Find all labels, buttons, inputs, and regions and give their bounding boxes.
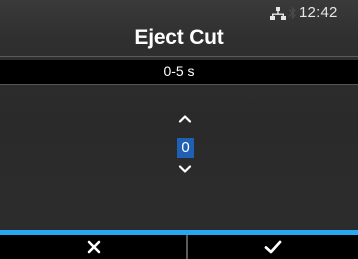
chevron-down-icon[interactable] (178, 165, 192, 174)
checkmark-icon (264, 240, 282, 254)
lcd-screen: 12:42 Eject Cut 0-5 s 0 (0, 0, 358, 259)
page-title: Eject Cut (134, 26, 224, 49)
range-label: 0-5 s (163, 63, 195, 79)
bluetooth-icon (288, 6, 296, 20)
clock: 12:42 (299, 4, 338, 21)
value-field[interactable]: 0 (177, 138, 194, 158)
chevron-up-icon[interactable] (178, 114, 192, 123)
cancel-button[interactable] (0, 235, 186, 259)
network-icon (270, 7, 286, 20)
confirm-button[interactable] (188, 235, 358, 259)
close-icon (87, 240, 101, 254)
title-divider (0, 56, 358, 57)
status-bar: 12:42 (0, 0, 358, 26)
range-divider (0, 84, 358, 85)
